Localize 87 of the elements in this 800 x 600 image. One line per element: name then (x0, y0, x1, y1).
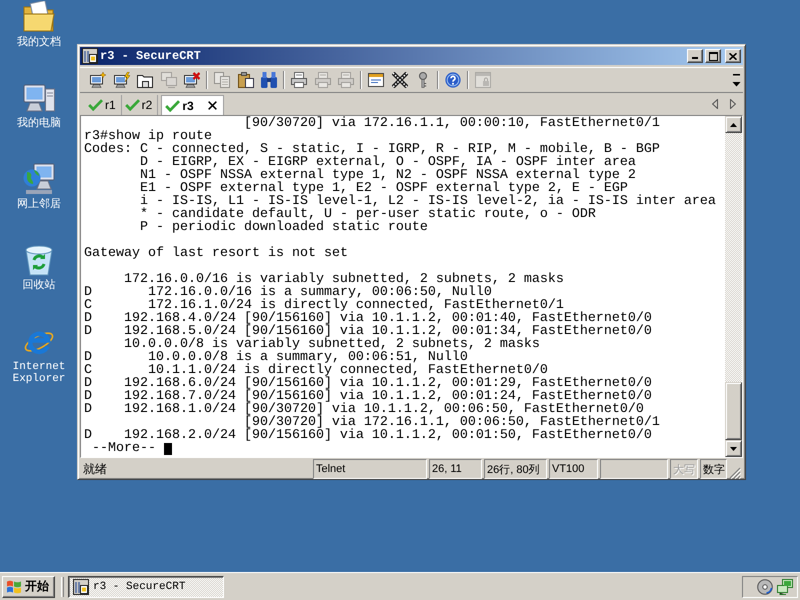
clipboard-icon[interactable] (238, 72, 254, 88)
close-icon (729, 52, 737, 60)
flag-icon (6, 580, 22, 594)
status-panel: 26, 11 (429, 459, 482, 479)
terminal-line: N1 - OSPF NSSA external type 1, N2 - OSPF NSSA external type 2 (140, 169, 636, 182)
disc-icon[interactable] (757, 578, 773, 594)
terminal-line: 10.1.1.0/24 is directly connected, FastEthernet0/0 (148, 364, 548, 377)
status-panel: VT100 (549, 459, 598, 479)
computer-icon[interactable] (23, 82, 55, 114)
desktop-icon-label[interactable]: Internet Explorer (8, 361, 70, 385)
check-icon (88, 99, 103, 111)
maximize-button[interactable] (705, 49, 721, 63)
recycle-bin-icon[interactable] (23, 244, 55, 276)
printer-icon[interactable] (291, 72, 307, 88)
terminal-line: 172.16.0.0/16 is variably subnetted, 2 subnets, 2 masks (124, 273, 564, 286)
check-icon (124, 99, 140, 111)
binoculars-icon[interactable] (261, 72, 277, 88)
route-code: D (84, 351, 92, 364)
desktop-icon-label[interactable]: 我的电脑 (17, 118, 61, 130)
terminal-line: 172.16.0.0/16 is a summary, 00:06:50, Null0 (148, 286, 492, 299)
terminal-line: D - EIGRP, EX - EIGRP external, O - OSPF, IA - OSPF inter area (140, 156, 636, 169)
route-code: D (84, 429, 92, 442)
scroll-right-icon[interactable] (730, 99, 736, 109)
close-icon[interactable] (208, 101, 217, 110)
monitor-sparkle-icon[interactable] (90, 72, 106, 88)
caret-icon[interactable] (732, 74, 741, 86)
status-indicator: 数字 (700, 459, 727, 479)
resize-grip-icon[interactable] (729, 467, 741, 479)
minimize-button[interactable] (687, 49, 703, 63)
terminal-line: * - candidate default, U - per-user static route, o - ODR (140, 208, 596, 221)
properties-window-icon[interactable] (368, 72, 384, 88)
terminal-line: 192.168.5.0/24 [90/156160] via 10.1.1.2, 00:01:34, FastEthernet0/0 (124, 325, 652, 338)
up-triangle-icon (730, 122, 737, 126)
tab[interactable]: r3 (161, 95, 224, 115)
route-code: D (84, 403, 92, 416)
terminal-line: 172.16.1.0/24 is directly connected, FastEthernet0/1 (148, 299, 564, 312)
minimize-icon (692, 57, 698, 59)
down-triangle-icon (730, 446, 737, 450)
terminal-line: [90/30720] via 172.16.1.1, 00:06:50, FastEthernet0/1 (244, 416, 660, 429)
status-panel: Telnet (313, 459, 427, 479)
scroll-down-button[interactable] (725, 440, 742, 457)
terminal-line: Codes: C - connected, S - static, I - IGRP, R - RIP, M - mobile, B - BGP (84, 143, 660, 156)
route-code: D (84, 312, 92, 325)
route-code: D (84, 377, 92, 390)
route-code: C (84, 299, 92, 312)
help-icon[interactable] (445, 72, 461, 88)
route-code: D (84, 390, 92, 403)
checkered-cross-icon[interactable] (392, 72, 408, 88)
app-window-icon (73, 578, 89, 594)
terminal-line: E1 - OSPF external type 1, E2 - OSPF external type 2, E - EGP (140, 182, 628, 195)
maximize-icon (708, 52, 718, 60)
taskbar-button[interactable]: r3 - SecureCRT (68, 576, 224, 598)
terminal-line: 192.168.4.0/24 [90/156160] via 10.1.1.2, 00:01:40, FastEthernet0/0 (124, 312, 652, 325)
route-code: D (84, 325, 92, 338)
terminal-line: [90/30720] via 172.16.1.1, 00:00:10, FastEthernet0/1 (244, 117, 660, 130)
status-panel: 26行, 80列 (484, 459, 547, 479)
text-cursor (164, 442, 172, 454)
scroll-left-icon[interactable] (712, 99, 718, 109)
terminal-line: P - periodic downloaded static route (140, 221, 428, 234)
monitor-cross-icon[interactable] (184, 72, 200, 88)
terminal-line: 192.168.7.0/24 [90/156160] via 10.1.1.2, 00:01:24, FastEthernet0/0 (124, 390, 652, 403)
terminal-line: 192.168.6.0/24 [90/156160] via 10.1.1.2, 00:01:29, FastEthernet0/0 (124, 377, 652, 390)
check-icon (165, 100, 180, 112)
network-computer-icon[interactable] (23, 163, 55, 195)
route-code: D (84, 286, 92, 299)
start-button[interactable]: 开始 (2, 576, 55, 598)
folder-icon[interactable] (137, 72, 153, 88)
terminal-line: r3#show ip route (84, 130, 212, 143)
terminal-line: 192.168.1.0/24 [90/30720] via 10.1.1.2, 00:06:50, FastEthernet0/0 (124, 403, 644, 416)
status-message: 就绪 (83, 460, 107, 478)
monitor-bolt-icon[interactable] (114, 72, 130, 88)
terminal-line: 10.0.0.0/8 is variably subnetted, 2 subnets, 2 masks (124, 338, 540, 351)
close-button[interactable] (725, 49, 741, 63)
scroll-up-button[interactable] (725, 116, 742, 133)
terminal-line: 192.168.2.0/24 [90/156160] via 10.1.1.2, 00:01:50, FastEthernet0/0 (124, 429, 652, 442)
desktop-icon-label[interactable]: 网上邻居 (17, 199, 61, 211)
route-code: C (84, 364, 92, 377)
pager-prompt: --More-- (92, 442, 156, 455)
terminal-line: 10.0.0.0/8 is a summary, 00:06:51, Null0 (148, 351, 468, 364)
desktop-icon-label[interactable]: 我的文档 (17, 37, 61, 49)
network-icon[interactable] (777, 578, 793, 594)
scrollbar-thumb[interactable] (725, 382, 742, 440)
app-window-icon[interactable] (82, 48, 98, 64)
terminal-line: Gateway of last resort is not set (84, 247, 348, 260)
window-title: r3 - SecureCRT (100, 49, 201, 63)
terminal-line: i - IS-IS, L1 - IS-IS level-1, L2 - IS-IS level-2, ia - IS-IS inter area (140, 195, 716, 208)
desktop-icon-label[interactable]: 回收站 (22, 280, 56, 292)
